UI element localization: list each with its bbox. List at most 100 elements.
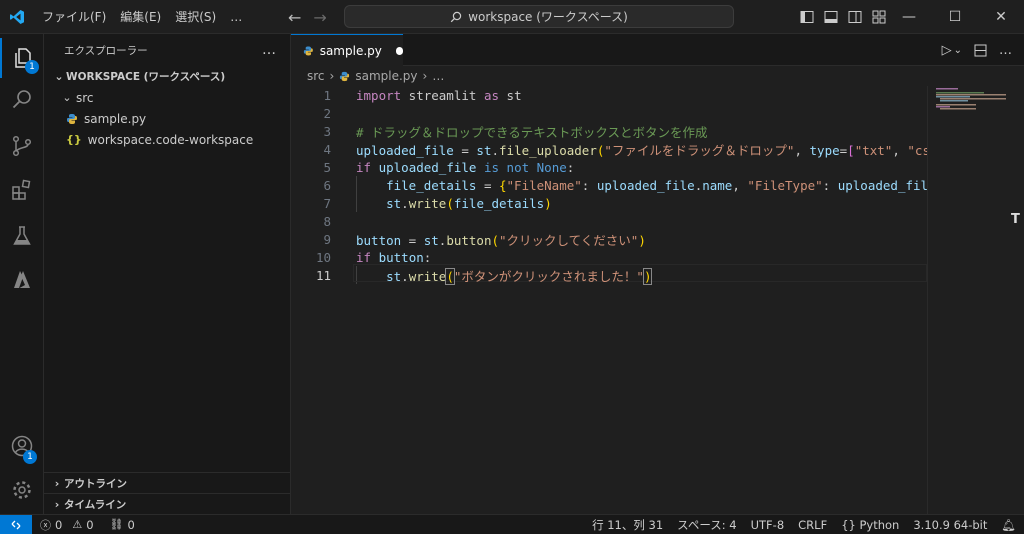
customize-layout-icon[interactable] [872, 10, 886, 24]
timeline-section[interactable]: › タイムライン [44, 493, 291, 514]
folder-label: src [76, 90, 94, 105]
notifications-bell-icon[interactable]: 🔔︎ [1001, 518, 1016, 532]
more-actions-icon[interactable]: … [262, 42, 276, 58]
minimap[interactable] [927, 86, 1009, 514]
breadcrumb-separator: › [329, 69, 335, 83]
code-line: 9 button = st.button("クリックしてください") [291, 230, 927, 248]
source-control-icon[interactable] [0, 126, 44, 166]
back-arrow-icon[interactable]: ← [288, 8, 301, 27]
vscode-logo-icon [0, 0, 34, 34]
toggle-primary-sidebar-icon[interactable] [800, 10, 814, 24]
extensions-icon[interactable] [0, 170, 44, 210]
outline-label: アウトライン [64, 477, 127, 490]
encoding[interactable]: UTF-8 [751, 518, 785, 532]
chevron-down-icon: ⌄ [54, 70, 64, 83]
code-line: 7 st.write(file_details) [291, 194, 927, 212]
split-editor-icon[interactable] [974, 44, 987, 57]
menu-edit[interactable]: 編集(E) [114, 4, 167, 29]
language-mode[interactable]: {} Python [841, 518, 899, 532]
outline-section[interactable]: › アウトライン [44, 472, 291, 493]
breadcrumb: src › sample.py › … [291, 66, 1024, 86]
menu-file[interactable]: ファイル(F) [36, 4, 112, 29]
line-number: 8 [323, 213, 331, 229]
code-line: 5 if uploaded_file is not None: [291, 158, 927, 176]
close-icon[interactable]: ✕ [978, 0, 1024, 34]
breadcrumb-separator: › [422, 69, 428, 83]
file-label: sample.py [84, 111, 147, 126]
explorer-icon[interactable]: 1 [0, 38, 44, 78]
editor-actions: ▷ ⌄ … [942, 34, 1012, 66]
line-number: 1 [323, 87, 331, 103]
file-sample-py[interactable]: sample.py [44, 108, 290, 129]
breadcrumb-file[interactable]: sample.py [355, 69, 417, 83]
line-number: 2 [323, 105, 331, 121]
code-line: 10 if button: [291, 248, 927, 266]
tab-sample-py[interactable]: sample.py [291, 34, 403, 66]
layout-controls [800, 0, 886, 34]
forward-arrow-icon[interactable]: → [313, 8, 326, 27]
line-number: 6 [323, 177, 331, 193]
remote-indicator-icon[interactable] [0, 514, 32, 534]
ports-count: 0 [127, 517, 135, 532]
timeline-label: タイムライン [64, 498, 127, 511]
run-play-icon[interactable]: ▷ [942, 43, 952, 58]
command-center-label: workspace (ワークスペース) [468, 10, 628, 24]
python-file-icon [303, 46, 313, 55]
title-bar: ファイル(F) 編集(E) 選択(S) … ← → workspace (ワーク… [0, 0, 1024, 34]
manage-gear-icon[interactable] [0, 470, 44, 510]
chevron-right-icon: › [54, 476, 60, 490]
search-view-icon[interactable] [0, 80, 44, 120]
text-cursor-icon: T [1011, 212, 1020, 227]
chevron-down-icon: ⌄ [62, 91, 72, 104]
maximize-icon[interactable]: ☐ [932, 0, 978, 34]
command-center[interactable]: workspace (ワークスペース) [344, 5, 734, 28]
status-right: 行 11、列 31 スペース: 4 UTF-8 CRLF {} Python 3… [592, 515, 1016, 534]
toggle-secondary-sidebar-icon[interactable] [848, 10, 862, 24]
accounts-badge: 1 [23, 450, 37, 464]
python-file-icon [67, 113, 77, 124]
code-editor[interactable]: 1 import streamlit as st 2 3 # ドラッグ＆ドロップ… [291, 86, 927, 514]
breadcrumb-folder[interactable]: src [307, 69, 325, 83]
azure-icon[interactable] [0, 260, 44, 300]
code-line: 1 import streamlit as st [291, 86, 927, 104]
explorer-sidebar: エクスプローラー … ⌄ WORKSPACE (ワークスペース) ⌄ src s… [44, 34, 291, 514]
accounts-icon[interactable]: 1 [0, 426, 44, 466]
warning-count: 0 [86, 517, 94, 532]
cursor-position[interactable]: 行 11、列 31 [592, 517, 663, 533]
unsaved-dot-icon[interactable] [395, 46, 403, 55]
workspace-section[interactable]: ⌄ WORKSPACE (ワークスペース) [44, 66, 290, 87]
workspace-label: WORKSPACE (ワークスペース) [66, 71, 226, 83]
chevron-right-icon: › [54, 497, 60, 511]
line-number: 9 [323, 231, 331, 247]
more-actions-icon[interactable]: … [999, 43, 1012, 58]
menu-more[interactable]: … [224, 6, 248, 28]
indentation[interactable]: スペース: 4 [677, 517, 736, 533]
line-number: 7 [323, 195, 331, 211]
navigation-arrows: ← → [288, 0, 327, 34]
testing-flask-icon[interactable] [0, 216, 44, 256]
folder-src[interactable]: ⌄ src [44, 87, 290, 108]
minimap-preview [936, 88, 1006, 110]
vertical-scrollbar[interactable]: T [1009, 86, 1024, 514]
chevron-down-icon[interactable]: ⌄ [954, 45, 962, 56]
end-of-line[interactable]: CRLF [798, 518, 827, 532]
explorer-badge: 1 [25, 60, 39, 74]
language-label: Python [859, 518, 900, 532]
warning-icon: ⚠ [72, 518, 83, 531]
activity-bar: 1 1 [0, 34, 44, 514]
code-line: 2 [291, 104, 927, 122]
line-number: 3 [323, 123, 331, 139]
file-workspace-config[interactable]: {} workspace.code-workspace [44, 129, 290, 150]
minimize-icon[interactable]: — [886, 0, 932, 34]
status-bar: ⓧ 0 ⚠ 0 ⛓ 0 行 11、列 31 スペース: 4 UTF-8 CRLF… [0, 514, 1024, 534]
breadcrumb-symbols[interactable]: … [432, 69, 444, 83]
menu-selection[interactable]: 選択(S) [169, 4, 222, 29]
editor-tabs: sample.py ▷ ⌄ … [291, 34, 1024, 66]
braces-icon: {} [841, 518, 856, 532]
python-interpreter[interactable]: 3.10.9 64-bit [913, 518, 987, 532]
error-count: 0 [55, 517, 63, 532]
problems-indicator[interactable]: ⓧ 0 ⚠ 0 ⛓ 0 [40, 517, 135, 533]
line-number: 4 [323, 141, 331, 157]
toggle-panel-icon[interactable] [824, 10, 838, 24]
tab-label: sample.py [319, 43, 382, 58]
